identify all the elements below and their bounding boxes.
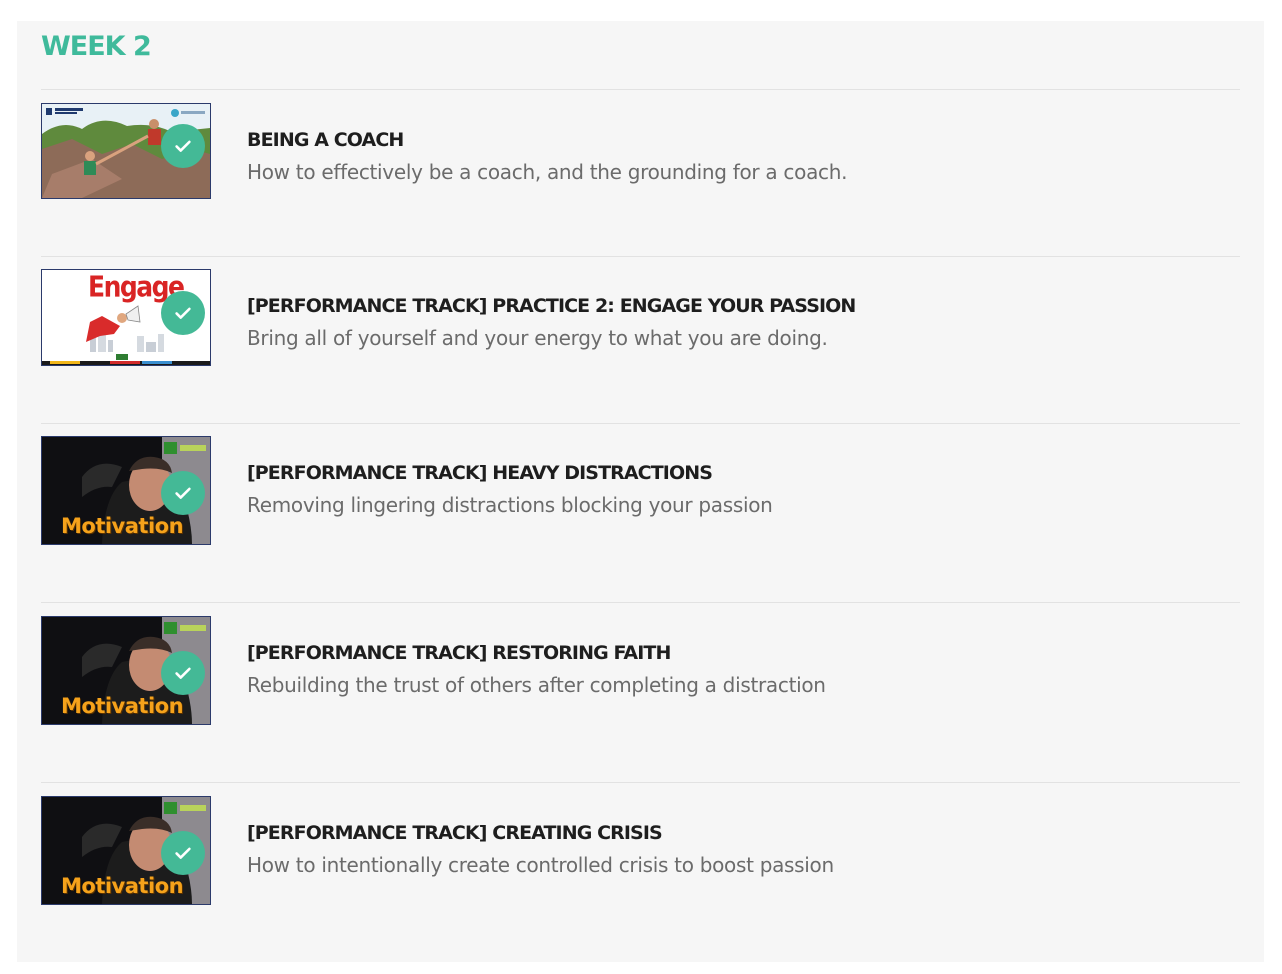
completed-check-icon xyxy=(161,651,205,695)
motivation-thumbnail-text: Motivation xyxy=(61,694,184,718)
lesson-thumbnail[interactable] xyxy=(41,103,211,199)
lesson-item[interactable]: BEING A COACH How to effectively be a co… xyxy=(41,103,1240,199)
lesson-description: Removing lingering distractions blocking… xyxy=(247,493,773,517)
lesson-title[interactable]: [PERFORMANCE TRACK] PRACTICE 2: ENGAGE Y… xyxy=(247,295,856,317)
lesson-thumbnail[interactable]: Engage xyxy=(41,269,211,366)
lesson-description: Bring all of yourself and your energy to… xyxy=(247,326,828,350)
week-title: WEEK 2 xyxy=(41,31,152,62)
completed-check-icon xyxy=(161,471,205,515)
completed-check-icon xyxy=(161,124,205,168)
divider xyxy=(41,89,1240,90)
lesson-item[interactable]: Motivation [PERFORMANCE TRACK] RESTORING… xyxy=(41,616,1240,726)
lesson-item[interactable]: Engage [PERFORMANCE TRACK] PRACTICE 2: E… xyxy=(41,269,1240,367)
divider xyxy=(41,782,1240,783)
motivation-thumbnail-text: Motivation xyxy=(61,874,184,898)
lesson-item[interactable]: Motivation [PERFORMANCE TRACK] HEAVY DIS… xyxy=(41,436,1240,546)
lesson-thumbnail[interactable]: Motivation xyxy=(41,796,211,905)
lesson-description: How to effectively be a coach, and the g… xyxy=(247,160,848,184)
divider xyxy=(41,423,1240,424)
lesson-title[interactable]: [PERFORMANCE TRACK] RESTORING FAITH xyxy=(247,642,671,664)
lesson-thumbnail[interactable]: Motivation xyxy=(41,436,211,545)
divider xyxy=(41,602,1240,603)
lesson-title[interactable]: [PERFORMANCE TRACK] CREATING CRISIS xyxy=(247,822,663,844)
lesson-description: Rebuilding the trust of others after com… xyxy=(247,673,826,697)
lesson-thumbnail[interactable]: Motivation xyxy=(41,616,211,725)
lesson-title[interactable]: BEING A COACH xyxy=(247,129,404,151)
completed-check-icon xyxy=(161,291,205,335)
completed-check-icon xyxy=(161,831,205,875)
week-panel: WEEK 2 BEING A COACH How to effectively … xyxy=(17,21,1264,962)
lesson-description: How to intentionally create controlled c… xyxy=(247,853,834,877)
motivation-thumbnail-text: Motivation xyxy=(61,514,184,538)
divider xyxy=(41,256,1240,257)
lesson-item[interactable]: Motivation [PERFORMANCE TRACK] CREATING … xyxy=(41,796,1240,906)
lesson-title[interactable]: [PERFORMANCE TRACK] HEAVY DISTRACTIONS xyxy=(247,462,713,484)
